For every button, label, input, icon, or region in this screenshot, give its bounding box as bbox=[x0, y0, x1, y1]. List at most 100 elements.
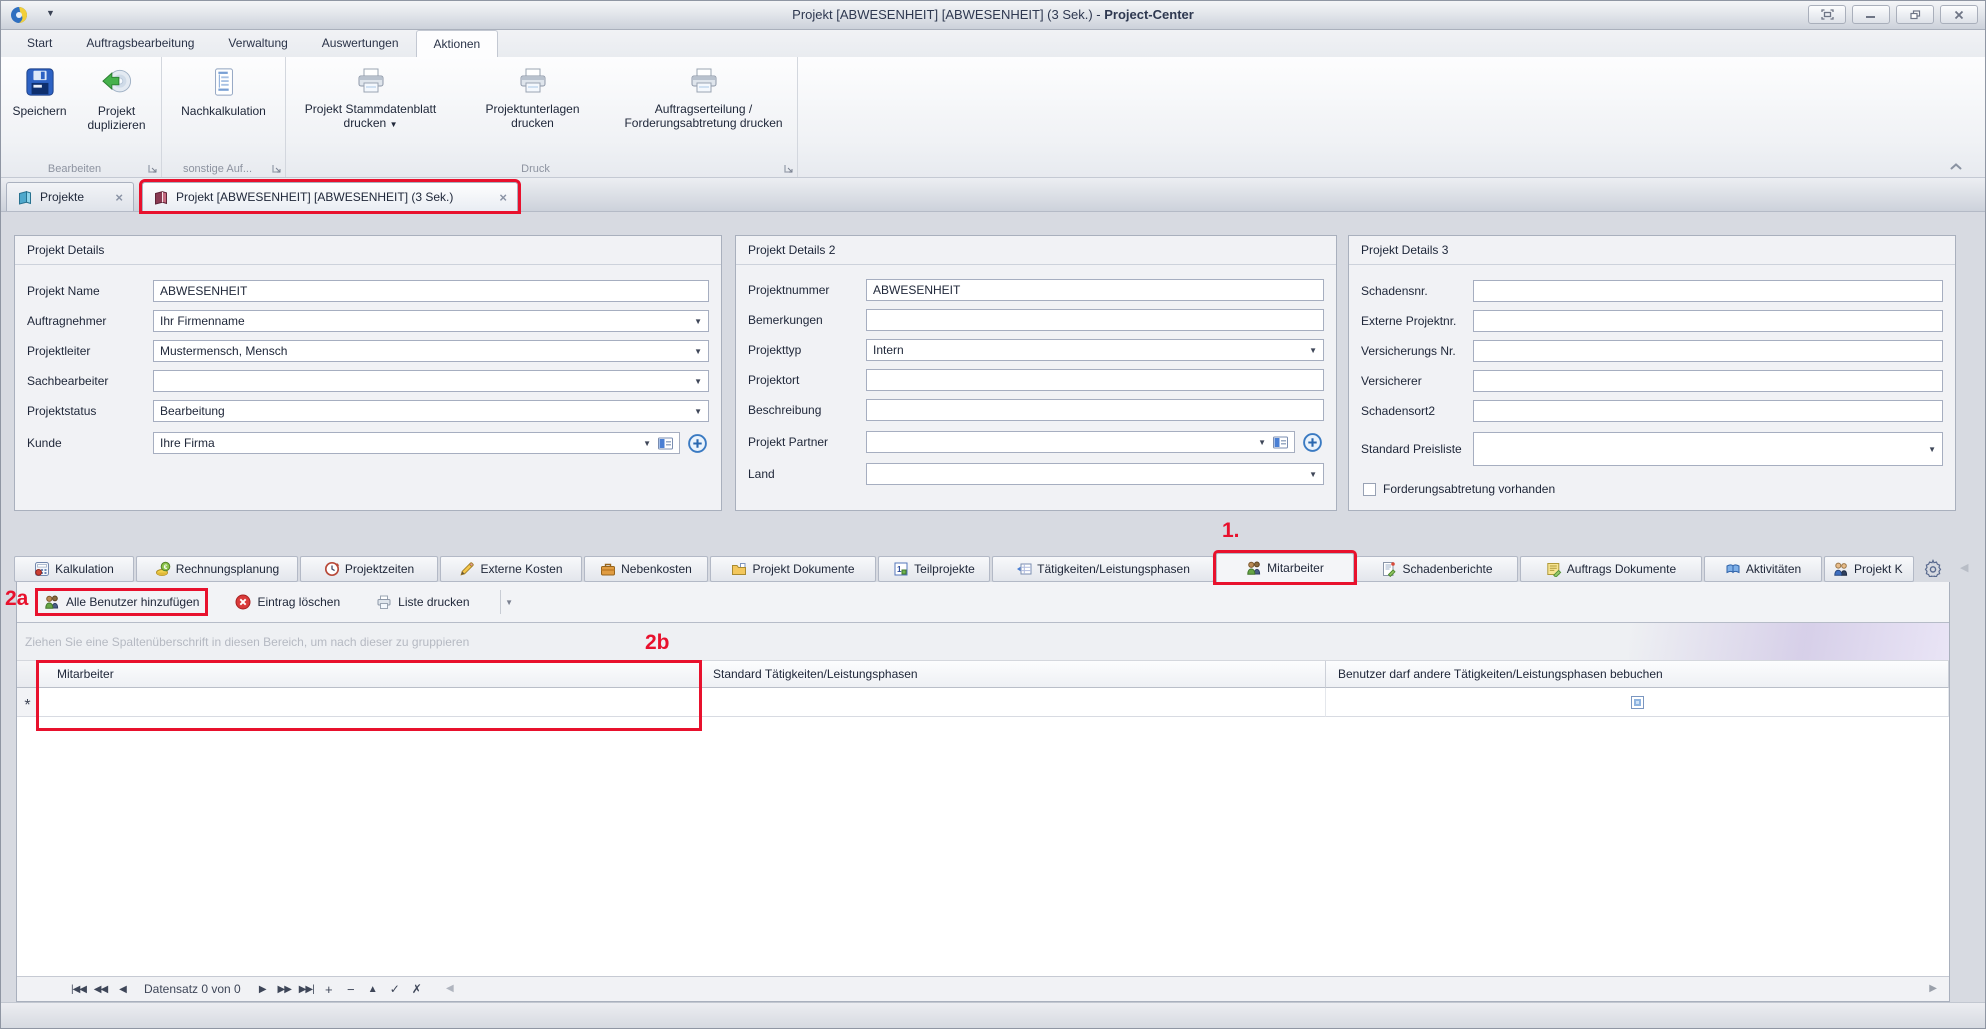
nav-first-button[interactable]: |◀◀ bbox=[69, 984, 88, 995]
combo-value: Ihr Firmenname bbox=[160, 314, 245, 328]
column-header-standard-taetigkeiten[interactable]: Standard Tätigkeiten/Leistungsphasen bbox=[701, 661, 1326, 688]
speichern-button[interactable]: Speichern bbox=[4, 61, 76, 120]
externe-projektnr-input[interactable] bbox=[1473, 310, 1943, 332]
projektnummer-input[interactable] bbox=[866, 279, 1324, 301]
nav-next-button[interactable]: ▶ bbox=[253, 984, 272, 995]
land-combo[interactable]: ▼ bbox=[866, 463, 1324, 485]
alle-benutzer-hinzufuegen-button[interactable]: Alle Benutzer hinzufügen bbox=[38, 591, 205, 613]
tab-nebenkosten[interactable]: Nebenkosten bbox=[584, 556, 708, 582]
auftragnehmer-combo[interactable]: Ihr Firmenname▼ bbox=[153, 310, 709, 332]
grid-checkbox[interactable] bbox=[1631, 696, 1644, 709]
fullscreen-button[interactable] bbox=[1808, 5, 1846, 24]
doc-tab-projekte-label: Projekte bbox=[40, 190, 84, 204]
ribbon-tab-start[interactable]: Start bbox=[10, 30, 69, 57]
nachkalkulation-button[interactable]: Nachkalkulation bbox=[169, 61, 279, 120]
tab-scroll-left-icon[interactable]: ◀ bbox=[1960, 561, 1968, 574]
ribbon: Speichern Projekt duplizieren Bearbeiten… bbox=[0, 57, 1986, 178]
nav-prev-page-button[interactable]: ◀◀ bbox=[91, 984, 110, 995]
ribbon-tab-auswertungen[interactable]: Auswertungen bbox=[305, 30, 416, 57]
column-header-mitarbeiter[interactable]: Mitarbeiter bbox=[39, 661, 701, 688]
add-kunde-button[interactable] bbox=[686, 432, 709, 455]
nav-prev-button[interactable]: ◀ bbox=[113, 984, 132, 995]
clock-icon bbox=[324, 561, 340, 577]
projektunterlagen-drucken-button[interactable]: Projektunterlagen drucken bbox=[469, 61, 597, 133]
beschreibung-input[interactable] bbox=[866, 399, 1324, 421]
column-header-benutzer-darf[interactable]: Benutzer darf andere Tätigkeiten/Leistun… bbox=[1326, 661, 1949, 688]
report-icon bbox=[1381, 561, 1397, 577]
kunde-combo[interactable]: Ihre Firma▼ bbox=[153, 432, 680, 454]
close-tab-icon[interactable]: × bbox=[115, 190, 123, 205]
bemerkungen-input[interactable] bbox=[866, 309, 1324, 331]
dialog-launcher-icon[interactable] bbox=[272, 164, 281, 173]
tab-projektzeiten[interactable]: Projektzeiten bbox=[300, 556, 438, 582]
tab-schadenberichte[interactable]: Schadenberichte bbox=[1356, 556, 1518, 582]
auftragserteilung-label: Auftragserteilung / Forderungsabtretung … bbox=[617, 102, 791, 131]
add-partner-button[interactable] bbox=[1301, 431, 1324, 454]
grid-toolbar: Alle Benutzer hinzufügen Eintrag löschen… bbox=[17, 582, 1949, 622]
tab-settings-gear-icon[interactable] bbox=[1924, 559, 1942, 577]
new-row-cell-mitarbeiter[interactable] bbox=[39, 688, 701, 717]
tab-projekt-dokumente[interactable]: Projekt Dokumente bbox=[710, 556, 876, 582]
restore-button[interactable] bbox=[1896, 5, 1934, 24]
nav-commit-button[interactable]: ✓ bbox=[385, 982, 404, 996]
contact-card-icon[interactable] bbox=[1273, 436, 1288, 449]
versicherungs-nr-input[interactable] bbox=[1473, 340, 1943, 362]
standard-preisliste-combo[interactable]: ▼ bbox=[1473, 432, 1943, 466]
nav-delete-button[interactable]: − bbox=[341, 982, 360, 997]
calculator-icon bbox=[34, 561, 50, 577]
toolbar-overflow-caret[interactable]: ▼ bbox=[500, 590, 518, 614]
ribbon-tab-aktionen[interactable]: Aktionen bbox=[416, 30, 499, 57]
nav-next-page-button[interactable]: ▶▶ bbox=[275, 984, 294, 995]
doc-tab-projekte[interactable]: Projekte × bbox=[6, 182, 134, 211]
nav-cancel-button[interactable]: ✗ bbox=[407, 982, 426, 996]
group-label-bearbeiten: Bearbeiten bbox=[4, 163, 145, 175]
group-by-bar[interactable]: Ziehen Sie eine Spaltenüberschrift in di… bbox=[17, 623, 1949, 661]
eintrag-loeschen-button[interactable]: Eintrag löschen bbox=[229, 591, 346, 613]
ribbon-tab-verwaltung[interactable]: Verwaltung bbox=[211, 30, 304, 57]
projektstatus-combo[interactable]: Bearbeitung▼ bbox=[153, 400, 709, 422]
tab-aktivitaeten[interactable]: Aktivitäten bbox=[1704, 556, 1822, 582]
projekt-duplizieren-button[interactable]: Projekt duplizieren bbox=[76, 61, 158, 135]
dialog-launcher-icon[interactable] bbox=[148, 164, 157, 173]
projekt-name-input[interactable] bbox=[153, 280, 709, 302]
stammdatenblatt-drucken-button[interactable]: Projekt Stammdatenblatt drucken ▼ bbox=[287, 61, 455, 133]
tab-teilprojekte[interactable]: 1Teilprojekte bbox=[878, 556, 990, 582]
tab-externe-kosten[interactable]: Externe Kosten bbox=[440, 556, 582, 582]
schadensnr-input[interactable] bbox=[1473, 280, 1943, 302]
record-navigator: |◀◀ ◀◀ ◀ Datensatz 0 von 0 ▶ ▶▶ ▶▶| + − … bbox=[17, 976, 1949, 1001]
versicherer-input[interactable] bbox=[1473, 370, 1943, 392]
tab-mitarbeiter[interactable]: Mitarbeiter bbox=[1216, 553, 1354, 582]
close-tab-icon[interactable]: × bbox=[499, 190, 507, 205]
hscroll-left-icon[interactable]: ◀ bbox=[446, 983, 454, 994]
new-row-cell-taetigkeiten[interactable] bbox=[701, 688, 1326, 717]
delete-circle-icon bbox=[235, 594, 251, 610]
doc-tab-projekt-abwesenheit[interactable]: Projekt [ABWESENHEIT] [ABWESENHEIT] (3 S… bbox=[142, 182, 518, 211]
tab-kalkulation[interactable]: Kalkulation bbox=[14, 556, 134, 582]
doc-tab-projekt-label: Projekt [ABWESENHEIT] [ABWESENHEIT] (3 S… bbox=[176, 190, 453, 204]
close-button[interactable] bbox=[1940, 5, 1978, 24]
projektort-input[interactable] bbox=[866, 369, 1324, 391]
forderungsabtretung-checkbox[interactable] bbox=[1363, 483, 1376, 496]
tab-rechnungsplanung[interactable]: €Rechnungsplanung bbox=[136, 556, 298, 582]
tab-projekt-k[interactable]: Projekt K bbox=[1824, 556, 1914, 582]
tab-taetigkeiten-leistungsphasen[interactable]: Tätigkeiten/Leistungsphasen bbox=[992, 556, 1214, 582]
button-label: Liste drucken bbox=[398, 595, 469, 609]
contact-card-icon[interactable] bbox=[658, 437, 673, 450]
nav-last-button[interactable]: ▶▶| bbox=[297, 984, 316, 995]
tab-auftrags-dokumente[interactable]: Auftrags Dokumente bbox=[1520, 556, 1702, 582]
nav-edit-button[interactable]: ▲ bbox=[363, 984, 382, 995]
projekttyp-combo[interactable]: Intern▼ bbox=[866, 339, 1324, 361]
sachbearbeiter-combo[interactable]: ▼ bbox=[153, 370, 709, 392]
auftragserteilung-drucken-button[interactable]: Auftragserteilung / Forderungsabtretung … bbox=[611, 61, 797, 133]
schadensort2-input[interactable] bbox=[1473, 400, 1943, 422]
projektleiter-combo[interactable]: Mustermensch, Mensch▼ bbox=[153, 340, 709, 362]
ribbon-collapse-icon[interactable] bbox=[1948, 159, 1964, 172]
minimize-button[interactable] bbox=[1852, 5, 1890, 24]
book-teal-icon bbox=[17, 190, 33, 205]
projekt-partner-combo[interactable]: ▼ bbox=[866, 431, 1295, 453]
ribbon-tab-auftragsbearbeitung[interactable]: Auftragsbearbeitung bbox=[69, 30, 211, 57]
dialog-launcher-icon[interactable] bbox=[784, 164, 793, 173]
nav-add-button[interactable]: + bbox=[319, 982, 338, 997]
liste-drucken-button[interactable]: Liste drucken bbox=[370, 592, 475, 613]
hscroll-right-icon[interactable]: ▶ bbox=[1929, 983, 1937, 994]
